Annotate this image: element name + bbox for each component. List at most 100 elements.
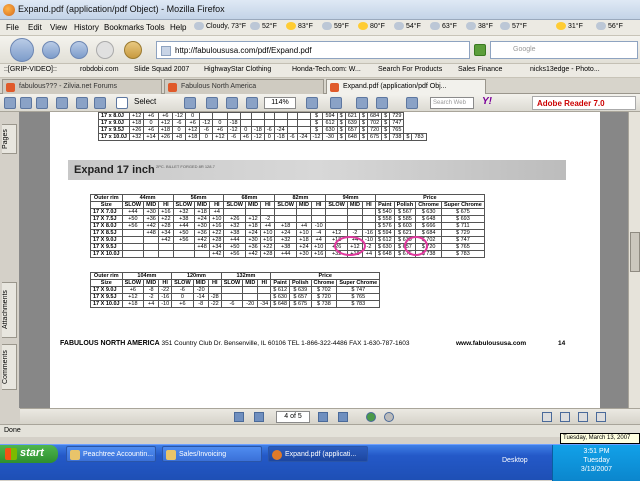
weather-day[interactable]: 80°F <box>358 22 385 30</box>
save-icon[interactable] <box>4 97 16 109</box>
redo-icon[interactable] <box>376 97 388 109</box>
single-page-icon[interactable] <box>542 412 552 422</box>
reload-button[interactable] <box>70 41 88 59</box>
menu-view[interactable]: View <box>50 23 67 32</box>
scrollbar-thumb[interactable] <box>630 232 640 272</box>
peachtree-icon <box>70 450 80 460</box>
table-cell: $ <box>336 133 346 141</box>
comments-tab[interactable]: Comments <box>2 344 17 390</box>
rotate-icon[interactable] <box>330 97 342 109</box>
cloud-icon <box>596 22 606 30</box>
table-cell: +38 <box>172 215 196 223</box>
email-icon[interactable] <box>36 97 48 109</box>
bookmark-item[interactable]: nicks13edge - Photo... <box>530 66 600 73</box>
pdf-viewport[interactable]: 17 x 8.0J +12 +6 +6 -12 0 $594 $621 $684 $729 17 x… <box>20 112 628 408</box>
task-peachtree[interactable]: Peachtree Accountin... <box>66 446 156 462</box>
print-icon[interactable] <box>20 97 32 109</box>
bookmark-item[interactable]: Search For Products <box>378 66 442 73</box>
continuous-facing-icon[interactable] <box>596 412 606 422</box>
desktop-toolbar[interactable]: Desktop <box>502 457 528 464</box>
task-sales-invoicing[interactable]: Sales/Invoicing <box>162 446 262 462</box>
weather-current[interactable]: Cloudy, 73°F <box>194 22 246 30</box>
undo-icon[interactable] <box>356 97 368 109</box>
tab-zilvia[interactable]: fabulous??? - Zilvia.net Forums <box>2 79 162 94</box>
table-cell: $ 765 <box>440 243 485 251</box>
column-header: 104mm <box>121 272 173 280</box>
menu-tools[interactable]: Tools <box>146 23 165 32</box>
table-cell: 17 X 9.5J <box>90 293 123 301</box>
menu-history[interactable]: History <box>74 23 99 32</box>
search-icon[interactable] <box>56 97 68 109</box>
last-page-icon[interactable] <box>338 412 348 422</box>
help-icon[interactable] <box>406 97 418 109</box>
weather-day[interactable]: 54°F <box>394 22 421 30</box>
bookmark-item[interactable]: Slide Squad 2007 <box>134 66 189 73</box>
go-button[interactable] <box>474 44 486 56</box>
bookmark-item[interactable]: ::[GRIP-VIDEO]:: <box>4 66 57 73</box>
paste-icon[interactable] <box>94 97 106 109</box>
fit-width-icon[interactable] <box>226 97 238 109</box>
price-table-partial: 17 x 8.0J +12 +6 +6 -12 0 $594 $621 $684 $729 17 x… <box>98 112 427 141</box>
menu-help[interactable]: Help <box>170 23 186 32</box>
search-web-input[interactable]: Search Web <box>430 97 474 109</box>
weather-day[interactable]: 56°F <box>596 22 623 30</box>
attachments-tab[interactable]: Attachments <box>2 282 17 338</box>
bookmark-item[interactable]: robdobi.com <box>80 66 119 73</box>
vertical-scrollbar[interactable] <box>628 112 640 408</box>
table-cell <box>260 208 276 216</box>
weather-day[interactable]: 38°F <box>466 22 493 30</box>
table-cell: -10 <box>158 300 173 308</box>
clock-time[interactable]: 3:51 PM <box>553 447 640 456</box>
bookmark-item[interactable]: Honda-Tech.com: W... <box>292 66 361 73</box>
column-header: Super Chrome <box>336 279 381 287</box>
zoom-out-icon[interactable] <box>246 97 258 109</box>
weather-day[interactable]: 52°F <box>250 22 277 30</box>
table-cell <box>220 286 244 294</box>
go-back-view-icon[interactable] <box>366 412 376 422</box>
url-bar[interactable]: http://fabuloususa.com/pdf/Expand.pdf <box>156 41 470 59</box>
table-cell: +50 <box>172 229 196 237</box>
tab-fabulous[interactable]: Fabulous North America <box>164 79 324 94</box>
table-cell: 738 <box>389 133 405 141</box>
zoom-level-field[interactable]: 114% <box>264 97 296 109</box>
zoom-in-plus-icon[interactable] <box>306 97 318 109</box>
start-button[interactable]: start <box>0 445 58 463</box>
first-page-icon[interactable] <box>234 412 244 422</box>
page-number-field[interactable]: 4 of 5 <box>276 411 310 423</box>
back-button[interactable] <box>10 38 34 62</box>
bookmark-item[interactable]: Sales Finance <box>458 66 502 73</box>
menu-file[interactable]: File <box>6 23 19 32</box>
weather-day[interactable]: 31°F <box>556 22 583 30</box>
fit-page-icon[interactable] <box>206 97 218 109</box>
menu-bookmarks[interactable]: Bookmarks <box>104 23 144 32</box>
facing-icon[interactable] <box>578 412 588 422</box>
weather-day[interactable]: 59°F <box>322 22 349 30</box>
table-cell: +22 <box>209 229 225 237</box>
forward-button[interactable] <box>42 41 60 59</box>
window-title: Expand.pdf (application/pdf Object) - Mo… <box>18 4 225 14</box>
previous-page-icon[interactable] <box>254 412 264 422</box>
table-cell: 0 <box>239 126 252 134</box>
go-forward-view-icon[interactable] <box>384 412 394 422</box>
menu-edit[interactable]: Edit <box>28 23 42 32</box>
home-button[interactable] <box>124 41 142 59</box>
bookmark-item[interactable]: HighwayStar Clothing <box>204 66 271 73</box>
hand-tool-icon[interactable] <box>116 97 128 109</box>
weather-day[interactable]: 83°F <box>286 22 313 30</box>
weather-day[interactable]: 57°F <box>500 22 527 30</box>
select-tool-button[interactable]: Select <box>132 97 156 106</box>
table-cell: 17 X 7.0J <box>90 208 123 216</box>
stop-button[interactable] <box>96 41 114 59</box>
zoom-in-icon[interactable] <box>184 97 196 109</box>
next-page-icon[interactable] <box>318 412 328 422</box>
tab-expand-pdf[interactable]: Expand.pdf (application/pdf Obj... <box>326 79 486 94</box>
copy-icon[interactable] <box>76 97 88 109</box>
table-cell: 684 <box>366 112 383 120</box>
pages-tab[interactable]: Pages <box>2 124 17 154</box>
table-cell: 675 <box>366 133 383 141</box>
task-firefox[interactable]: Expand.pdf (applicati... <box>268 446 368 462</box>
search-input[interactable]: Google <box>490 41 638 59</box>
continuous-icon[interactable] <box>560 412 570 422</box>
weather-day[interactable]: 63°F <box>430 22 457 30</box>
yahoo-icon[interactable]: Y! <box>482 96 492 107</box>
